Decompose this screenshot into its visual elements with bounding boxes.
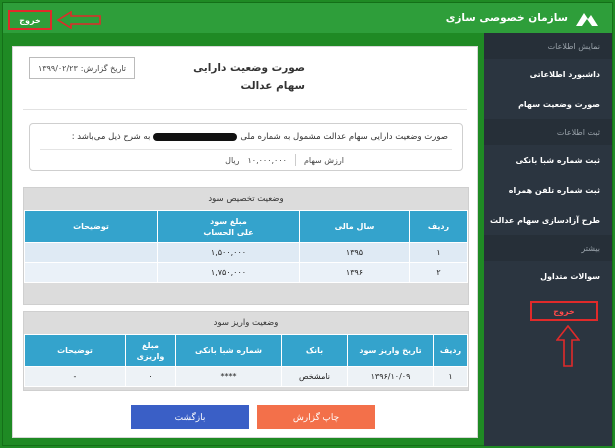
arrow-left-annotation-icon bbox=[57, 11, 101, 29]
table-cell: ۱۳۹۶/۱۰/۰۹ bbox=[347, 366, 434, 387]
deposit-header-sheba: شماره شبا بانکی bbox=[175, 334, 282, 367]
deposit-header-amount: مبلغ واریزی bbox=[125, 334, 176, 367]
deposit-table: ردیف تاریخ واریز سود بانک شماره شبا بانک… bbox=[24, 334, 468, 387]
table-cell: - bbox=[24, 366, 126, 387]
sidebar-logout-label: خروج bbox=[553, 306, 575, 316]
allocation-table: ردیف سال مالی مبلغ سود علی الحساب توضیحا… bbox=[24, 210, 468, 283]
report-card: صورت وضعیت دارایی سهام عدالت تاریخ گزارش… bbox=[12, 46, 478, 438]
table-row: ۱ ۱۳۹۶/۱۰/۰۹ نامشخص **** ۰ - bbox=[24, 366, 468, 387]
table-cell: ۱ bbox=[409, 242, 468, 263]
arrow-up-annotation-icon bbox=[556, 325, 580, 367]
info-description-prefix: صورت وضعیت دارایی سهام عدالت مشمول به شم… bbox=[240, 132, 448, 142]
stock-value-separator bbox=[294, 154, 296, 166]
table-cell: ۱ bbox=[433, 366, 468, 387]
sidebar-item-faq[interactable]: سوالات متداول bbox=[484, 261, 612, 291]
redacted-national-id bbox=[153, 133, 238, 141]
sidebar-item-dashboard[interactable]: داشبورد اطلاعاتی bbox=[484, 59, 612, 89]
deposit-header-amount-line2: واریزی bbox=[136, 351, 165, 361]
header-logout-label: خروج bbox=[19, 15, 41, 25]
deposit-header-bank: بانک bbox=[281, 334, 348, 367]
print-report-button[interactable]: چاپ گزارش bbox=[257, 405, 375, 429]
sidebar-item-mobile[interactable]: ثبت شماره تلفن همراه bbox=[484, 175, 612, 205]
allocation-header-row: ردیف bbox=[409, 210, 468, 243]
allocation-header-amount-line2: علی الحساب bbox=[203, 227, 254, 237]
table-cell: ۱,۵۰۰,۰۰۰ bbox=[157, 242, 300, 263]
info-description: صورت وضعیت دارایی سهام عدالت مشمول به شم… bbox=[72, 132, 448, 142]
report-date-value: ۱۳۹۹/۰۲/۲۳ bbox=[38, 63, 78, 73]
allocation-panel: وضعیت تخصیص سود ردیف سال مالی مبلغ سود ع… bbox=[23, 187, 469, 305]
brand-name: سازمان خصوصی سازی bbox=[445, 12, 568, 24]
sidebar-item-release-plan[interactable]: طرح آزادسازی سهام عدالت bbox=[484, 205, 612, 235]
back-button[interactable]: بازگشت bbox=[131, 405, 249, 429]
deposit-title: وضعیت واریز سود bbox=[213, 318, 279, 328]
sidebar-item-logout[interactable]: خروج bbox=[530, 301, 598, 321]
stock-value-label: ارزش سهام bbox=[303, 155, 344, 165]
info-box: صورت وضعیت دارایی سهام عدالت مشمول به شم… bbox=[29, 123, 463, 171]
stock-value: ۱۰,۰۰۰,۰۰۰ bbox=[247, 155, 287, 165]
header-logout-button[interactable]: خروج bbox=[8, 10, 52, 30]
sidebar-section-display: نمایش اطلاعات bbox=[484, 33, 612, 59]
deposit-header-date: تاریخ واریز سود bbox=[347, 334, 434, 367]
table-cell: ۰ bbox=[125, 366, 176, 387]
stock-value-unit: ریال bbox=[225, 155, 240, 165]
deposit-header-row: ردیف bbox=[433, 334, 468, 367]
deposit-panel: وضعیت واریز سود ردیف تاریخ واریز سود بان… bbox=[23, 311, 469, 391]
table-cell bbox=[24, 242, 158, 263]
report-date: تاریخ گزارش: ۱۳۹۹/۰۲/۲۳ bbox=[29, 57, 135, 79]
allocation-header-notes: توضیحات bbox=[24, 210, 158, 243]
table-cell: نامشخص bbox=[281, 366, 348, 387]
allocation-title: وضعیت تخصیص سود bbox=[208, 194, 284, 204]
info-divider bbox=[40, 149, 452, 150]
brand[interactable]: سازمان خصوصی سازی bbox=[446, 9, 598, 27]
table-row: ۲ ۱۳۹۶ ۱,۷۵۰,۰۰۰ bbox=[24, 262, 468, 283]
table-row: ۱ ۱۳۹۵ ۱,۵۰۰,۰۰۰ bbox=[24, 242, 468, 263]
sidebar: نمایش اطلاعات داشبورد اطلاعاتی صورت وضعی… bbox=[484, 33, 612, 446]
table-cell: ۱۳۹۵ bbox=[299, 242, 410, 263]
allocation-header-amount-line1: مبلغ سود bbox=[210, 216, 247, 226]
table-cell: ۱۳۹۶ bbox=[299, 262, 410, 283]
deposit-header-amount-line1: مبلغ bbox=[142, 340, 159, 350]
table-cell: ۲ bbox=[409, 262, 468, 283]
sidebar-section-register: ثبت اطلاعات bbox=[484, 119, 612, 145]
allocation-header-amount: مبلغ سود علی الحساب bbox=[157, 210, 300, 243]
sidebar-section-more: بیشتر bbox=[484, 235, 612, 261]
info-description-suffix: به شرح ذیل می‌باشد : bbox=[71, 132, 151, 142]
table-cell: **** bbox=[175, 366, 282, 387]
allocation-header-year: سال مالی bbox=[299, 210, 410, 243]
table-cell bbox=[24, 262, 158, 283]
deposit-header-notes: توضیحات bbox=[24, 334, 126, 367]
stock-value-line: ارزش سهام ۱۰,۰۰۰,۰۰۰ ریال bbox=[225, 154, 344, 166]
top-header: سازمان خصوصی سازی خروج bbox=[3, 3, 612, 33]
sidebar-item-stock-statement[interactable]: صورت وضعیت سهام bbox=[484, 89, 612, 119]
title-divider bbox=[23, 109, 467, 110]
table-cell: ۱,۷۵۰,۰۰۰ bbox=[157, 262, 300, 283]
mountain-logo-icon bbox=[576, 13, 598, 26]
report-date-label: تاریخ گزارش: bbox=[80, 63, 126, 73]
sidebar-item-sheba[interactable]: ثبت شماره شبا بانکی bbox=[484, 145, 612, 175]
report-title: صورت وضعیت دارایی سهام عدالت bbox=[193, 62, 305, 92]
